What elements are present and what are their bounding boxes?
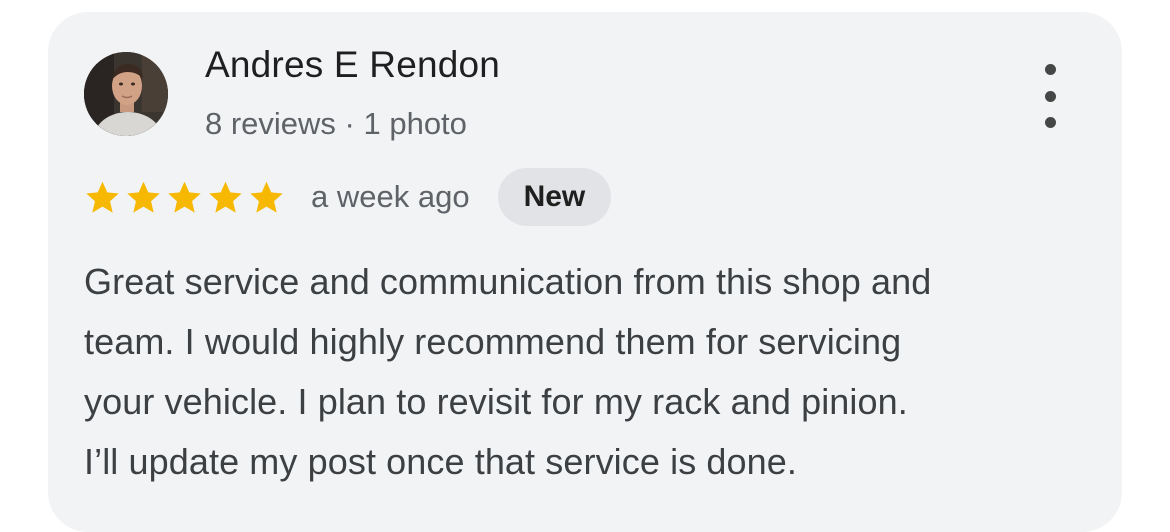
new-badge: New [497, 168, 612, 226]
more-vert-icon [1044, 64, 1056, 75]
star-icon [86, 181, 119, 213]
reviewer-stats: 8 reviews · 1 photo [205, 106, 467, 141]
more-vert-icon-dot [1044, 90, 1056, 102]
star-icon [168, 181, 201, 213]
star-icon [209, 181, 242, 213]
review-text: Great service and communication from thi… [84, 252, 1094, 492]
star-rating [84, 179, 289, 216]
more-options-button[interactable] [1030, 64, 1070, 128]
rating-row: a week ago New [84, 168, 612, 226]
avatar-photo-icon [84, 52, 168, 136]
review-text-line: team. I would highly recommend them for … [84, 321, 902, 362]
review-text-line: I’ll update my post once that service is… [84, 441, 797, 482]
star-icon [127, 181, 160, 213]
reviewer-name[interactable]: Andres E Rendon [205, 44, 500, 86]
review-date: a week ago [311, 179, 470, 214]
review-text-line: Great service and communication from thi… [84, 261, 932, 302]
reviewer-avatar[interactable] [84, 52, 168, 136]
review-text-line: your vehicle. I plan to revisit for my r… [84, 381, 908, 422]
star-icon [250, 181, 283, 213]
more-vert-icon-dot [1044, 117, 1056, 128]
